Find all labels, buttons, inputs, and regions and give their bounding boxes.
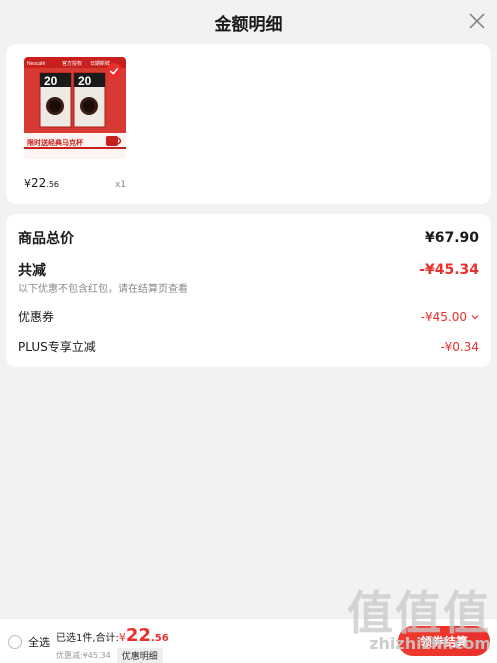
coupon-value-wrap: -¥45.00 (421, 310, 479, 324)
banner-brand: Nescafé (27, 61, 46, 67)
bottom-summary: 已选1件,合计: ¥ 22 .56 优惠减:¥45.34 优惠明细 (56, 625, 169, 663)
pack-number-left: 20 (44, 74, 58, 88)
coupon-row[interactable]: 优惠券 -¥45.00 (18, 308, 479, 325)
close-button[interactable] (465, 8, 489, 34)
bottom-total-symbol: ¥ (118, 631, 126, 644)
bottom-total-int: 22 (125, 625, 151, 646)
coupon-value: -¥45.00 (420, 309, 467, 324)
pack-number-right: 20 (78, 74, 92, 88)
price-dec: .56 (46, 180, 60, 189)
select-all-label: 全选 (28, 636, 50, 649)
plus-value: -¥0.34 (440, 339, 479, 354)
price-symbol: ¥ (24, 177, 31, 190)
chevron-down-icon (471, 314, 479, 319)
banner-tag1: 官方授权 (62, 60, 82, 67)
checkout-button[interactable]: 领券结算 (398, 626, 490, 656)
total-value: ¥67.90 (424, 230, 479, 246)
sheet-title: 金额明细 (214, 14, 283, 35)
reduce-value: -¥45.34 (419, 262, 479, 278)
amount-detail-sheet: 金额明细 Nescafé 官方授权 日期新鲜 20 20 限时送经典马克杯 ¥2… (0, 0, 497, 663)
price-int: 22 (31, 176, 47, 190)
summary-card: 商品总价 ¥67.90 共减 -¥45.34 以下优惠不包含红包，请在结算页查看… (6, 214, 491, 367)
discount-detail-button[interactable]: 优惠明细 (116, 648, 163, 663)
check-icon (109, 67, 119, 75)
selected-total-line: 已选1件,合计: ¥ 22 .56 (56, 625, 169, 646)
bottom-total-dec: .56 (150, 633, 169, 644)
sheet-header: 金额明细 (0, 0, 497, 44)
discount-line: 优惠减:¥45.34 优惠明细 (56, 648, 169, 663)
product-price-row: ¥22.56 x1 (24, 176, 126, 190)
select-all-radio[interactable] (8, 635, 22, 649)
selected-check-icon[interactable] (106, 63, 122, 79)
discount-text: 优惠减:¥45.34 (56, 651, 111, 660)
plus-row: PLUS专享立减 -¥0.34 (18, 338, 479, 355)
total-row: 商品总价 ¥67.90 (18, 228, 479, 248)
select-all-toggle[interactable]: 全选 (8, 634, 50, 650)
close-icon (469, 13, 485, 29)
product-card: Nescafé 官方授权 日期新鲜 20 20 限时送经典马克杯 ¥22.56 … (6, 44, 491, 204)
product-price: ¥22.56 (24, 176, 59, 190)
reduce-label: 共减 (18, 263, 46, 279)
reduce-row: 共减 -¥45.34 (18, 260, 479, 280)
discount-note: 以下优惠不包含红包，请在结算页查看 (18, 284, 188, 295)
plus-label: PLUS专享立减 (18, 340, 96, 354)
product-image[interactable]: Nescafé 官方授权 日期新鲜 20 20 限时送经典马克杯 (24, 57, 126, 159)
selected-text: 已选1件,合计: (56, 633, 119, 644)
bottom-bar: 全选 已选1件,合计: ¥ 22 .56 优惠减:¥45.34 优惠明细 领券结… (0, 618, 497, 663)
total-label: 商品总价 (18, 231, 74, 247)
coupon-label: 优惠券 (18, 310, 55, 324)
promo-text: 限时送经典马克杯 (27, 138, 84, 147)
product-quantity: x1 (114, 180, 126, 190)
